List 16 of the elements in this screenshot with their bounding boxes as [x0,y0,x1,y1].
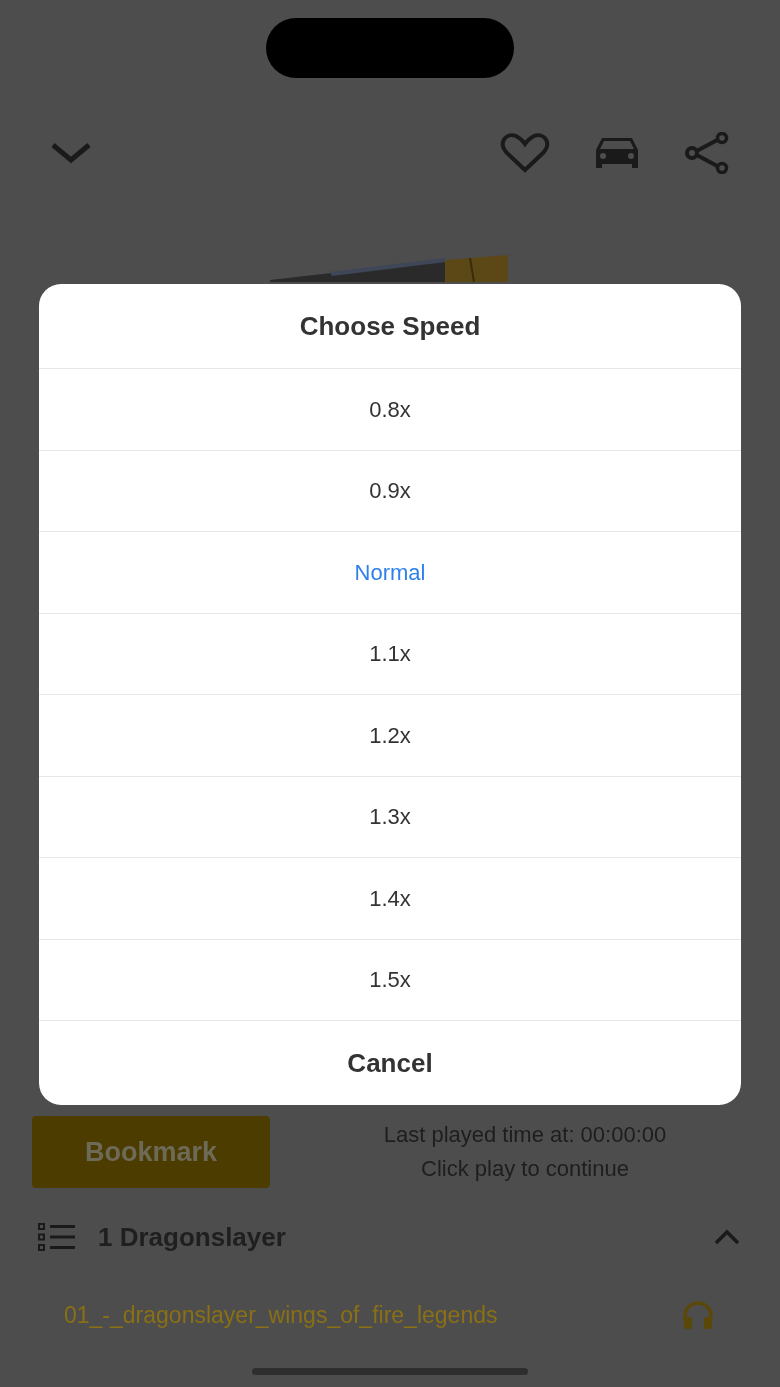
chevron-up-icon[interactable] [714,1229,740,1245]
speed-option[interactable]: 1.2x [39,695,741,777]
chevron-down-icon[interactable] [50,141,92,165]
car-icon[interactable] [594,136,640,170]
dialog-title: Choose Speed [299,309,481,343]
share-icon[interactable] [684,132,730,174]
speed-option[interactable]: 1.5x [39,939,741,1021]
heart-icon[interactable] [500,133,550,173]
speed-option[interactable]: Normal [39,532,741,614]
speed-option[interactable]: 0.9x [39,450,741,532]
list-icon [38,1223,76,1251]
cancel-button[interactable]: Cancel [39,1021,741,1105]
speed-option[interactable]: 1.4x [39,858,741,940]
speed-option[interactable]: 1.3x [39,776,741,858]
speed-option[interactable]: 0.8x [39,369,741,451]
speed-option[interactable]: 1.1x [39,613,741,695]
